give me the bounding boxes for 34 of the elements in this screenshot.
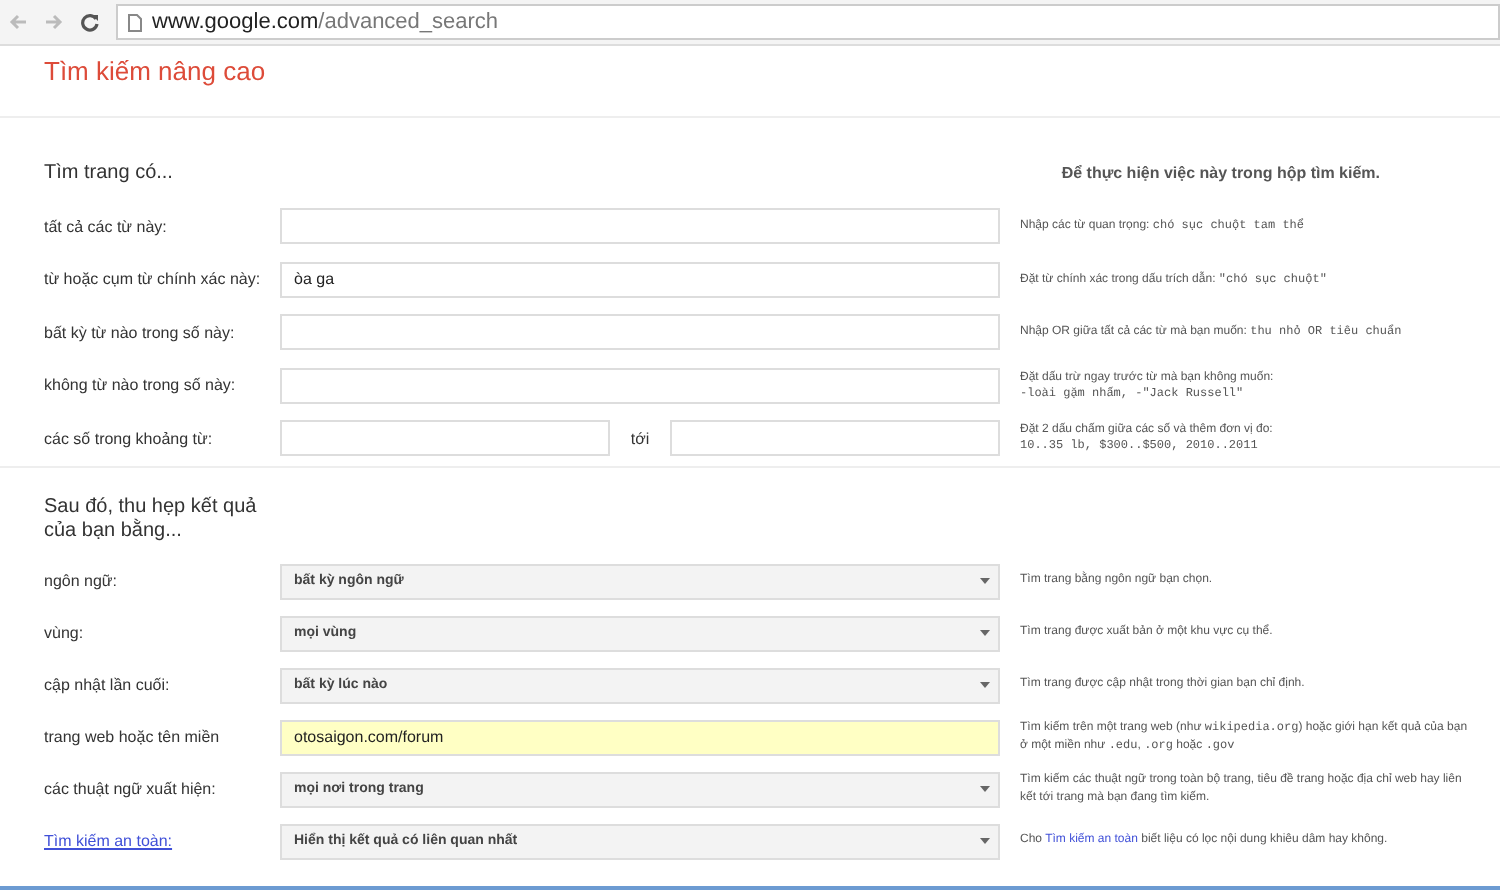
url-text: www.google.com/advanced_search (152, 10, 499, 34)
caret-icon (980, 786, 990, 792)
caret-icon (980, 630, 990, 636)
field-label: các số trong khoảng từ: (44, 429, 215, 448)
field-label: các thuật ngữ xuất hiện: (44, 780, 218, 798)
input-field[interactable]: òa ga (280, 261, 1000, 298)
field-label: không từ nào trong số này: (44, 376, 238, 395)
hint-heading: Để thực hiện việc này trong hộp tìm kiếm. (1061, 164, 1380, 182)
caret-icon (980, 682, 990, 688)
input-field[interactable] (670, 420, 1000, 457)
input-field[interactable] (280, 314, 1000, 351)
forward-arrow-icon[interactable] (44, 12, 64, 32)
field-label: từ hoặc cụm từ chính xác này: (44, 270, 263, 289)
page-title: Tìm kiếm nâng cao (44, 56, 268, 90)
address-bar[interactable]: www.google.com/advanced_search (116, 4, 1500, 40)
page-icon (128, 13, 142, 31)
caret-icon (980, 838, 990, 844)
input-field[interactable]: otosaigon.com/forum (280, 719, 1000, 755)
label-link[interactable]: Tìm kiếm an toàn: (44, 832, 280, 850)
field-label: bất kỳ từ nào trong số này: (44, 323, 237, 342)
field-label: ngôn ngữ: (44, 572, 119, 590)
to-label: tới (628, 429, 652, 448)
field-label: trang web hoặc tên miền (44, 728, 222, 746)
input-field[interactable] (280, 367, 1000, 404)
input-field[interactable] (280, 420, 610, 457)
field-label: tất cả các từ này: (44, 217, 169, 236)
reload-icon[interactable] (80, 12, 100, 32)
section-heading: Tìm trang có... (44, 162, 173, 184)
field-label: cập nhật lần cuối: (44, 676, 172, 694)
section-heading: Sau đó, thu hẹp kết quả của bạn bằng... (44, 495, 259, 543)
caret-icon (980, 578, 990, 584)
input-field[interactable] (280, 208, 1000, 245)
field-label: vùng: (44, 624, 86, 642)
back-arrow-icon[interactable] (8, 12, 28, 32)
